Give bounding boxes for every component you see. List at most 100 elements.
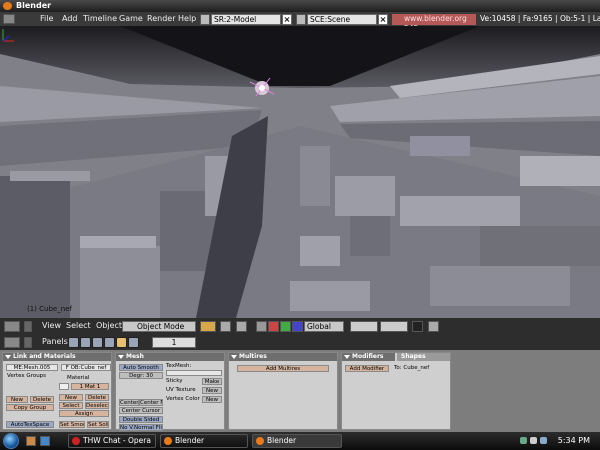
uv-new-button[interactable]: New: [202, 387, 222, 394]
menu-help[interactable]: Help: [178, 12, 196, 26]
script-icon[interactable]: [80, 337, 91, 348]
screen-browse-icon[interactable]: [200, 14, 210, 25]
task-blender-2[interactable]: Blender: [252, 434, 342, 448]
editor-type-icon-2[interactable]: [4, 337, 20, 348]
scene-browse-icon[interactable]: [296, 14, 306, 25]
menu-game[interactable]: Game: [119, 12, 143, 26]
shapes-tab[interactable]: Shapes: [397, 353, 450, 361]
no-vnormal-flip-button[interactable]: No V.Normal Flip: [119, 424, 163, 431]
hand-widget-icon[interactable]: [256, 321, 267, 332]
pivot-icon[interactable]: [220, 321, 231, 332]
taskbar: THW Chat - Opera Blender Blender 5:34 PM: [0, 432, 600, 450]
vcol-new-button[interactable]: New: [202, 396, 222, 403]
autotexspace-button[interactable]: AutoTexSpace: [6, 421, 54, 428]
sticky-make-button[interactable]: Make: [202, 378, 222, 385]
modifier-target-label: To: Cube_nef: [394, 365, 430, 371]
center-button[interactable]: Center: [119, 399, 139, 406]
material-select-button[interactable]: Select: [59, 402, 83, 409]
multires-title[interactable]: Multires: [229, 353, 337, 361]
rotate-widget-icon[interactable]: [280, 321, 291, 332]
render-icon[interactable]: [428, 321, 439, 332]
scene-icon[interactable]: [128, 337, 139, 348]
scene-field[interactable]: SCE:Scene: [307, 14, 377, 25]
scale-widget-icon[interactable]: [292, 321, 303, 332]
logic-icon[interactable]: [68, 337, 79, 348]
editing-icon[interactable]: [116, 337, 127, 348]
window-titlebar: Blender: [0, 0, 600, 12]
add-modifier-button[interactable]: Add Modifier: [345, 365, 389, 372]
menu-add[interactable]: Add: [62, 12, 78, 26]
modifiers-panel: Modifiers Shapes Add Modifier To: Cube_n…: [341, 352, 451, 430]
mode-select[interactable]: Object Mode: [122, 321, 196, 332]
vgroup-delete-button[interactable]: Delete: [30, 396, 54, 403]
material-counter[interactable]: 1 Mat 1: [71, 383, 109, 390]
modifiers-tab[interactable]: Modifiers: [342, 353, 395, 361]
texmesh-field[interactable]: [166, 370, 222, 376]
scene-render: [0, 26, 600, 318]
mesh-panel: Mesh Auto Smooth Degr: 30 TexMesh: Stick…: [115, 352, 225, 431]
screen-field[interactable]: SR:2-Model: [211, 14, 281, 25]
menu-file[interactable]: File: [40, 12, 53, 26]
task-blender-2-label: Blender: [267, 436, 297, 445]
3d-viewport[interactable]: (1) Cube_nef: [0, 26, 600, 318]
snap-icon[interactable]: [236, 321, 247, 332]
center-cursor-button[interactable]: Center Cursor: [119, 407, 163, 414]
tray-icon-1[interactable]: [520, 437, 527, 444]
mesh-name-field[interactable]: ME:Mesh.005: [6, 364, 58, 371]
sticky-label: Sticky: [166, 378, 183, 384]
translate-widget-icon[interactable]: [268, 321, 279, 332]
quicklaunch-icon[interactable]: [26, 436, 36, 446]
shading-icon[interactable]: [92, 337, 103, 348]
mesh-title[interactable]: Mesh: [116, 353, 224, 361]
buttons-header: Panels 1: [0, 334, 600, 350]
menu-timeline[interactable]: Timeline: [83, 12, 117, 26]
layers-row-2[interactable]: [380, 321, 408, 332]
collapse-menu-icon[interactable]: [24, 321, 32, 332]
vertex-groups-label: Vertex Groups: [7, 373, 47, 379]
clock[interactable]: 5:34 PM: [558, 432, 590, 450]
menu-select[interactable]: Select: [66, 318, 91, 334]
collapse-menu-icon-2[interactable]: [24, 337, 32, 348]
window-title: Blender: [16, 1, 52, 10]
double-sided-button[interactable]: Double Sided: [119, 416, 163, 423]
frame-field[interactable]: 1: [152, 337, 196, 348]
link-materials-title[interactable]: Link and Materials: [3, 353, 111, 361]
task-blender-1[interactable]: Blender: [160, 434, 248, 448]
lock-icon[interactable]: [412, 321, 423, 332]
draw-type-icon[interactable]: [200, 321, 216, 332]
screen-delete-icon[interactable]: ×: [282, 14, 292, 25]
layers-row-1[interactable]: [350, 321, 378, 332]
panels-menu[interactable]: Panels: [42, 334, 68, 350]
object-icon[interactable]: [104, 337, 115, 348]
tray-icon-3[interactable]: [540, 437, 547, 444]
object-name-field[interactable]: F OB:Cube_nef: [61, 364, 111, 371]
menu-object[interactable]: Object: [96, 318, 122, 334]
material-assign-button[interactable]: Assign: [59, 410, 109, 417]
task-opera[interactable]: THW Chat - Opera: [68, 434, 156, 448]
add-multires-button[interactable]: Add Multires: [237, 365, 329, 372]
center-new-button[interactable]: Center New: [139, 399, 163, 406]
auto-smooth-button[interactable]: Auto Smooth: [119, 364, 163, 371]
scene-delete-icon[interactable]: ×: [378, 14, 388, 25]
tray-icon-2[interactable]: [530, 437, 537, 444]
menu-render[interactable]: Render: [147, 12, 175, 26]
material-new-button[interactable]: New: [59, 394, 83, 401]
task-opera-label: THW Chat - Opera: [83, 436, 151, 445]
quicklaunch-icon-2[interactable]: [40, 436, 50, 446]
set-smooth-button[interactable]: Set Smooth: [59, 421, 85, 428]
material-deselect-button[interactable]: Deselect: [85, 402, 109, 409]
window-type-icon[interactable]: [3, 14, 15, 24]
vgroup-new-button[interactable]: New: [6, 396, 28, 403]
blender-logo-icon: [3, 2, 12, 10]
blender-url[interactable]: www.blender.org 245: [392, 14, 476, 33]
orientation-select[interactable]: Global: [304, 321, 344, 332]
buttons-window: Link and Materials ME:Mesh.005 F OB:Cube…: [0, 350, 600, 432]
material-color-swatch[interactable]: [59, 383, 69, 390]
menu-view[interactable]: View: [42, 318, 61, 334]
degr-field[interactable]: Degr: 30: [119, 372, 163, 379]
copy-group-button[interactable]: Copy Group: [6, 404, 54, 411]
material-delete-button[interactable]: Delete: [85, 394, 109, 401]
set-solid-button[interactable]: Set Solid: [87, 421, 109, 428]
start-button[interactable]: [3, 433, 19, 449]
editor-type-icon[interactable]: [4, 321, 20, 332]
